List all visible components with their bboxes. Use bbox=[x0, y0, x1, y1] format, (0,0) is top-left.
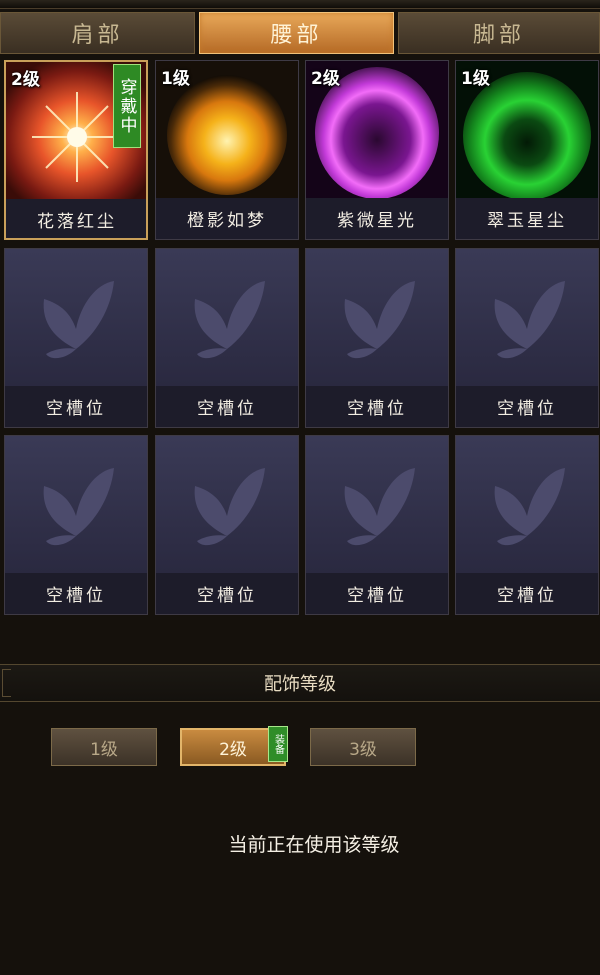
empty-slot[interactable]: 空槽位 bbox=[305, 248, 449, 428]
butterfly-icon bbox=[194, 468, 265, 546]
accessory-card-hualuo[interactable]: 2级 穿戴中 花落红尘 bbox=[4, 60, 148, 240]
tab-feet[interactable]: 脚部 bbox=[398, 12, 600, 54]
level-label: 1级 bbox=[161, 69, 190, 89]
slot-label: 空槽位 bbox=[156, 386, 298, 427]
slot-label: 空槽位 bbox=[456, 386, 598, 427]
empty-slot[interactable]: 空槽位 bbox=[305, 435, 449, 615]
tab-shoulder[interactable]: 肩部 bbox=[0, 12, 195, 54]
equipped-badge: 装备 bbox=[268, 726, 288, 762]
level-label: 2级 bbox=[311, 69, 340, 89]
empty-slot[interactable]: 空槽位 bbox=[155, 248, 299, 428]
slot-label: 空槽位 bbox=[5, 386, 147, 427]
accessory-name: 花落红尘 bbox=[6, 199, 146, 238]
category-tabs: 肩部 腰部 脚部 bbox=[0, 12, 600, 58]
accessory-card-cuiyu[interactable]: 1级 翠玉星尘 bbox=[455, 60, 599, 240]
butterfly-icon bbox=[43, 281, 115, 359]
accessory-card-ziwei[interactable]: 2级 紫微星光 bbox=[305, 60, 449, 240]
empty-slot[interactable]: 空槽位 bbox=[4, 435, 148, 615]
accessory-name: 橙影如梦 bbox=[156, 198, 298, 239]
accessory-card-chengying[interactable]: 1级 橙影如梦 bbox=[155, 60, 299, 240]
butterfly-icon bbox=[494, 281, 565, 359]
butterfly-icon bbox=[344, 468, 415, 546]
empty-slot[interactable]: 空槽位 bbox=[4, 248, 148, 428]
wearing-badge: 穿戴中 bbox=[113, 64, 141, 148]
slot-label: 空槽位 bbox=[456, 573, 598, 614]
level-label: 1级 bbox=[461, 69, 490, 89]
butterfly-icon bbox=[43, 468, 115, 546]
empty-slot[interactable]: 空槽位 bbox=[455, 248, 599, 428]
slot-label: 空槽位 bbox=[5, 573, 147, 614]
slot-label: 空槽位 bbox=[156, 573, 298, 614]
top-border bbox=[0, 0, 600, 9]
level-button-1[interactable]: 1级 bbox=[51, 728, 157, 766]
empty-slot[interactable]: 空槽位 bbox=[155, 435, 299, 615]
section-title: 配饰等级 bbox=[264, 674, 336, 695]
accessory-name: 翠玉星尘 bbox=[456, 198, 598, 239]
accessory-name: 紫微星光 bbox=[306, 198, 448, 239]
butterfly-icon bbox=[344, 281, 415, 359]
status-text: 当前正在使用该等级 bbox=[228, 834, 400, 856]
level-label: 2级 bbox=[11, 70, 40, 90]
tab-waist[interactable]: 腰部 bbox=[199, 12, 394, 54]
butterfly-icon bbox=[194, 281, 265, 359]
level-button-3[interactable]: 3级 bbox=[310, 728, 416, 766]
slot-label: 空槽位 bbox=[306, 573, 448, 614]
section-header: 配饰等级 bbox=[0, 664, 600, 702]
slot-label: 空槽位 bbox=[306, 386, 448, 427]
empty-slot[interactable]: 空槽位 bbox=[455, 435, 599, 615]
butterfly-icon bbox=[494, 468, 565, 546]
